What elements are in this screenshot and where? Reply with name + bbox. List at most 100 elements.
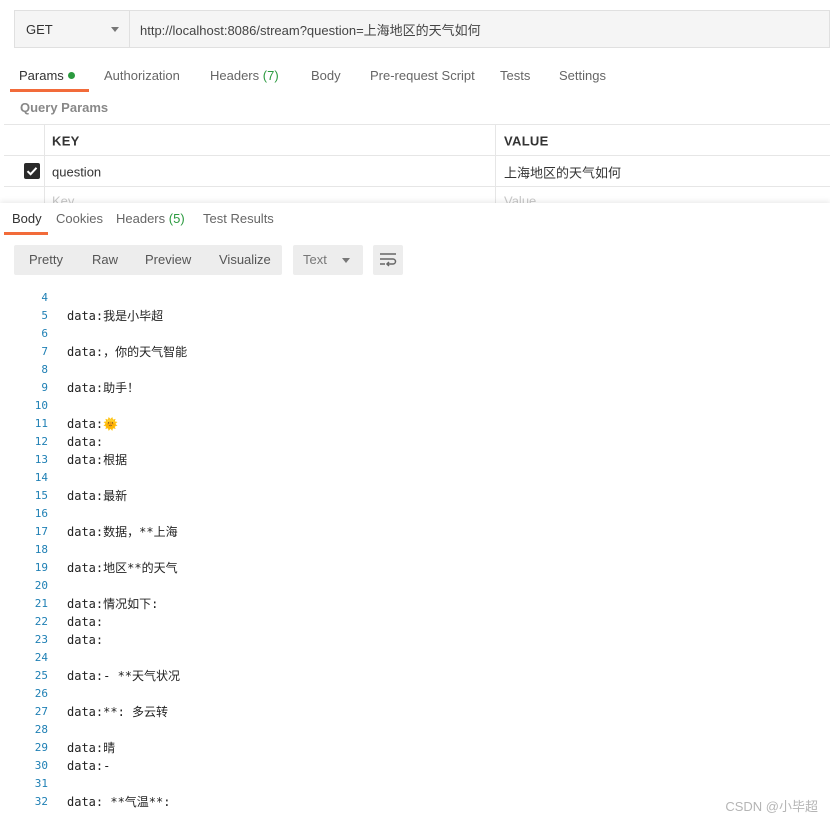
line-text: data:🌞 [67, 417, 119, 431]
code-line: 22 data: [0, 613, 830, 631]
view-mode-group: Pretty Raw Preview Visualize [14, 245, 282, 275]
method-label: GET [26, 21, 53, 37]
watermark: CSDN @小毕超 [725, 799, 818, 814]
view-visualize-button[interactable]: Visualize [219, 245, 271, 275]
params-active-dot [67, 72, 75, 79]
code-line: 11 data:🌞 [0, 415, 830, 433]
view-raw-button[interactable]: Raw [92, 245, 118, 275]
wrap-lines-icon [380, 253, 397, 267]
code-line: 26 [0, 685, 830, 703]
line-number: 11 [34, 417, 48, 430]
line-text: data:地区**的天气 [67, 561, 178, 575]
code-line: 9 data:助手！ [0, 379, 830, 397]
line-number: 18 [34, 543, 48, 556]
code-line: 17 data:数据，**上海 [0, 523, 830, 541]
line-text: data:数据，**上海 [67, 525, 178, 539]
line-text: data: **气温**: [67, 795, 171, 809]
code-line: 21 data:情况如下: [0, 595, 830, 613]
request-tabs: Params Authorization Headers (7) Body Pr… [0, 60, 830, 92]
line-number: 9 [41, 381, 48, 394]
tab-settings[interactable]: Settings [559, 60, 606, 92]
code-line: 15 data:最新 [0, 487, 830, 505]
line-number: 29 [34, 741, 48, 754]
params-header-row: KEY VALUE [4, 124, 830, 156]
line-number: 16 [34, 507, 48, 520]
tab-authorization[interactable]: Authorization [104, 60, 180, 92]
active-tab-indicator [10, 89, 89, 92]
code-line: 24 [0, 649, 830, 667]
line-text: data: [67, 633, 104, 647]
line-text: data: [67, 615, 104, 629]
code-line: 25 data:- **天气状况 [0, 667, 830, 685]
response-body-code: 4 5 data:我是小毕超 6 7 data:，你的天气智能 8 9 data:助手！ 10 11… [0, 284, 830, 823]
line-text: data:**: 多云转 [67, 705, 169, 719]
request-url-bar: GET http://localhost:8086/stream?questio… [14, 10, 830, 48]
line-number: 32 [34, 795, 48, 808]
line-number: 8 [41, 363, 48, 376]
line-number: 30 [34, 759, 48, 772]
tab-cookies[interactable]: Cookies [56, 203, 103, 235]
line-number: 25 [34, 669, 48, 682]
line-text: data:- [67, 759, 111, 773]
tab-test-results[interactable]: Test Results [203, 203, 274, 235]
tab-params[interactable]: Params [19, 60, 75, 92]
line-number: 24 [34, 651, 48, 664]
line-number: 21 [34, 597, 48, 610]
key-column-header: KEY [52, 133, 80, 148]
line-number: 12 [34, 435, 48, 448]
line-text: data:情况如下: [67, 597, 159, 611]
line-number: 15 [34, 489, 48, 502]
tab-pre-request-script[interactable]: Pre-request Script [370, 60, 475, 92]
line-number: 13 [34, 453, 48, 466]
line-number: 14 [34, 471, 48, 484]
code-line: 28 [0, 721, 830, 739]
url-text: http://localhost:8086/stream?question=上海… [140, 22, 481, 38]
line-text: data:我是小毕超 [67, 309, 164, 323]
view-pretty-button[interactable]: Pretty [29, 245, 63, 275]
code-line: 30 data:- [0, 757, 830, 775]
code-line: 6 [0, 325, 830, 343]
line-number: 19 [34, 561, 48, 574]
line-text: data:- **天气状况 [67, 669, 181, 683]
code-line: 13 data:根据 [0, 451, 830, 469]
code-line: 8 [0, 361, 830, 379]
line-number: 6 [41, 327, 48, 340]
check-icon [26, 167, 38, 176]
line-number: 26 [34, 687, 48, 700]
code-line: 7 data:，你的天气智能 [0, 343, 830, 361]
tab-headers[interactable]: Headers (7) [210, 60, 279, 92]
line-text: data:助手！ [67, 381, 140, 395]
tab-response-body[interactable]: Body [12, 203, 42, 235]
tab-tests[interactable]: Tests [500, 60, 530, 92]
line-text: data:，你的天气智能 [67, 345, 188, 359]
line-text: data:根据 [67, 453, 128, 467]
line-text: data: [67, 435, 104, 449]
code-line: 27 data:**: 多云转 [0, 703, 830, 721]
active-response-tab-indicator [4, 232, 48, 235]
value-column-header: VALUE [504, 133, 549, 148]
code-line: 10 [0, 397, 830, 415]
code-line: 32 data: **气温**: [0, 793, 830, 811]
response-tabs: Body Cookies Headers (5) Test Results [0, 203, 830, 235]
param-enabled-checkbox[interactable] [24, 163, 40, 179]
line-number: 4 [41, 291, 48, 304]
view-preview-button[interactable]: Preview [145, 245, 191, 275]
param-value-input[interactable]: 上海地区的天气如何 [496, 156, 830, 187]
method-select[interactable]: GET [15, 11, 130, 47]
code-line: 14 [0, 469, 830, 487]
tab-response-headers[interactable]: Headers (5) [116, 203, 185, 235]
format-select[interactable]: Text [293, 245, 363, 275]
code-line: 12 data: [0, 433, 830, 451]
chevron-down-icon [342, 258, 350, 263]
line-number: 31 [34, 777, 48, 790]
code-line: 16 [0, 505, 830, 523]
line-text: data:最新 [67, 489, 128, 503]
url-input[interactable]: http://localhost:8086/stream?question=上海… [130, 11, 829, 47]
code-line: 29 data:晴 [0, 739, 830, 757]
wrap-lines-button[interactable] [373, 245, 403, 275]
line-number: 5 [41, 309, 48, 322]
line-number: 7 [41, 345, 48, 358]
line-text: data:晴 [67, 741, 116, 755]
tab-body[interactable]: Body [311, 60, 341, 92]
param-key-input[interactable]: question [44, 156, 496, 187]
